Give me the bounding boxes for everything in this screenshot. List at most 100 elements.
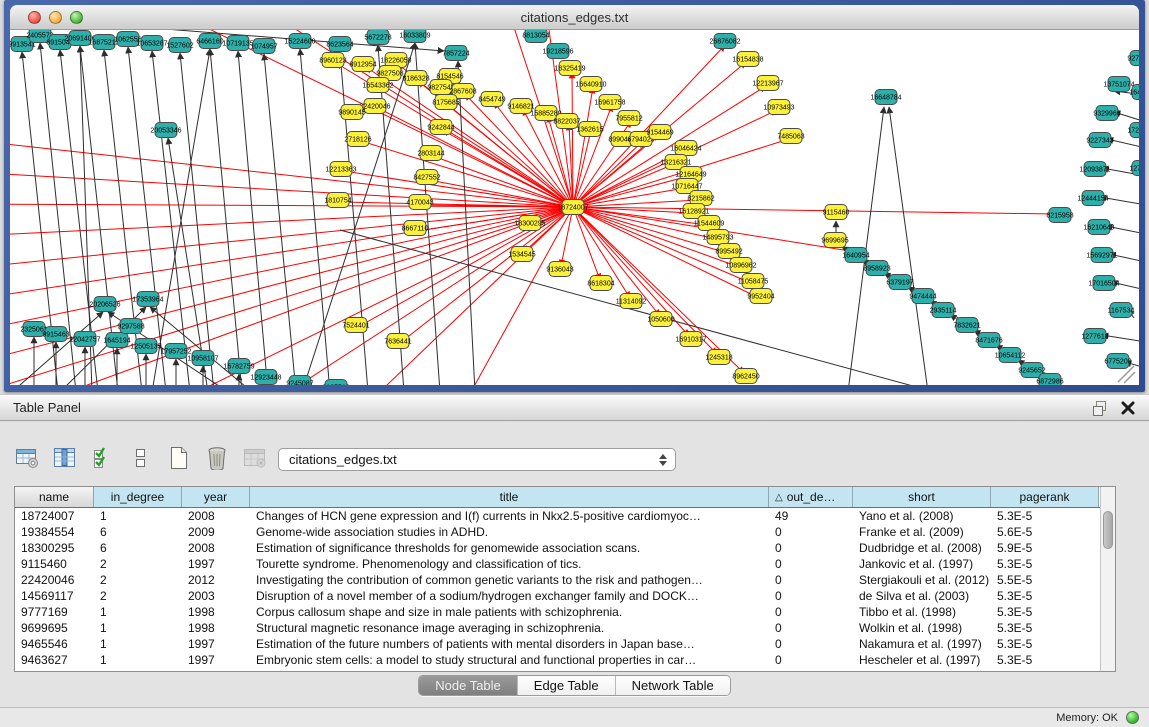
network-node[interactable]: 8962450 [732,369,759,384]
table-row[interactable]: 1456911722003Disruption of a novel membe… [15,588,1100,604]
network-node[interactable]: 1050600 [647,312,674,327]
network-canvas[interactable]: 9913541240557289150462069140616875212106… [10,30,1139,385]
network-node[interactable]: 7636441 [384,334,411,349]
network-node[interactable]: 9242844 [427,120,454,135]
table-row[interactable]: 911546021997Tourette syndrome. Phenomeno… [15,556,1100,572]
network-node[interactable]: 9297588 [117,319,144,334]
network-node[interactable]: 11058475 [738,274,769,289]
table-row[interactable]: 969969511998Structural magnetic resonanc… [15,620,1100,636]
network-node[interactable]: 9915463 [42,327,69,342]
network-node[interactable]: 26876082 [709,34,740,49]
network-node[interactable]: 1810754 [324,193,351,208]
tab-node-table[interactable]: Node Table [419,676,518,695]
network-node[interactable]: 8813054 [522,30,549,43]
network-node[interactable]: 1640954 [842,248,869,263]
close-window-icon[interactable] [28,11,41,24]
show-column-icon[interactable] [52,445,78,471]
network-node[interactable]: 1645194 [103,333,130,348]
network-node[interactable]: 16648784 [870,90,901,105]
network-node[interactable]: 9227343 [1086,133,1113,148]
network-node[interactable]: 9245087 [286,376,313,386]
table-row[interactable]: 1872400712008Changes of HCN gene express… [15,508,1100,524]
table-row[interactable]: 1830029562008Estimation of significance … [15,540,1100,556]
network-node[interactable]: 12505135 [130,339,161,354]
network-node[interactable]: 16782759 [223,359,254,374]
network-node[interactable]: 8471676 [975,333,1002,348]
network-node[interactable]: 9136043 [546,262,573,277]
network-node[interactable]: 6466160 [196,34,223,49]
network-node[interactable]: 2718126 [344,132,371,147]
close-panel-icon[interactable] [1121,401,1135,415]
network-node[interactable]: 2935114 [930,303,957,318]
network-node[interactable]: 12213967 [752,76,783,91]
network-node[interactable]: 1245318 [705,350,732,365]
network-node[interactable]: 8912954 [349,57,376,72]
network-node[interactable]: 6379197 [886,275,913,290]
import-table-icon[interactable] [242,445,268,471]
column-header-title[interactable]: title [250,487,769,507]
network-node[interactable]: 9952404 [747,289,774,304]
minimize-window-icon[interactable] [49,11,62,24]
network-node[interactable]: 9329966 [1093,106,1120,121]
network-node[interactable]: 9474444 [909,289,936,304]
memory-ok-indicator-icon[interactable] [1126,711,1139,724]
network-node[interactable]: 12213363 [325,162,356,177]
table-row[interactable]: 946362711997Embryonic stem cells: a mode… [15,652,1100,668]
network-node[interactable]: 17016504 [1088,276,1119,291]
network-node[interactable]: 10896962 [725,258,756,273]
network-node[interactable]: 17353964 [132,292,163,307]
network-node[interactable]: 7955812 [615,111,642,126]
delete-table-icon[interactable] [204,445,230,471]
network-node[interactable]: 8187512 [322,380,349,386]
network-node[interactable]: 9699695 [821,233,848,248]
network-node[interactable]: 12042757 [69,332,100,347]
select-columns-icon[interactable] [90,445,116,471]
network-node[interactable]: 16154838 [732,52,763,67]
row-height-icon[interactable] [128,445,154,471]
network-node[interactable]: 10973493 [763,100,794,115]
float-panel-icon[interactable] [1092,400,1109,416]
tab-network-table[interactable]: Network Table [616,676,730,695]
table-row[interactable]: 977716911998Corpus callosum shape and si… [15,604,1100,620]
network-node[interactable]: 7832621 [953,318,980,333]
scrollbar-thumb[interactable] [1103,511,1113,549]
network-node[interactable]: 2803144 [417,146,444,161]
network-node[interactable]: 16910317 [675,332,706,347]
network-node[interactable]: 8175685 [432,95,459,110]
network-node[interactable]: 12444154 [1077,191,1108,206]
network-node[interactable]: 12923448 [250,370,281,385]
network-node[interactable]: 1167534 [1108,303,1135,318]
network-node[interactable]: 16961758 [594,95,625,110]
network-node[interactable]: 8960123 [319,53,346,68]
network-node[interactable]: 10653287 [136,36,167,51]
network-node[interactable]: 8427552 [413,170,440,185]
column-header-year[interactable]: year [182,487,250,507]
network-node[interactable]: 9115460 [823,205,850,220]
network-node[interactable]: 8623564 [326,37,353,52]
network-node[interactable]: 20206526 [89,297,120,312]
network-node[interactable]: 9277437 [1127,51,1139,66]
network-node[interactable]: 10654112 [995,348,1026,363]
network-node[interactable]: 16640910 [575,77,606,92]
network-node[interactable]: 19218596 [542,44,573,59]
network-node[interactable]: 16210643 [1083,220,1114,235]
network-node[interactable]: 15692971 [1086,248,1117,263]
column-header-pagerank[interactable]: pagerank [991,487,1099,507]
column-header-in_degree[interactable]: in_degree [94,487,182,507]
network-node[interactable]: 4170043 [406,195,433,210]
network-node[interactable]: 7857224 [442,46,469,61]
network-node[interactable]: 6775208 [1104,354,1131,369]
network-node[interactable]: 9154469 [646,125,673,140]
network-node[interactable]: 8618304 [587,276,614,291]
network-node[interactable]: 6872986 [1036,374,1063,386]
network-node[interactable]: 11544609 [694,216,725,231]
network-node[interactable]: 11314092 [616,294,647,309]
network-node[interactable]: 8215958 [1046,208,1073,223]
network-node[interactable]: 1527602 [166,38,193,53]
network-node[interactable]: 8186328 [402,71,429,86]
network-node[interactable]: 8454749 [478,92,505,107]
column-header-short[interactable]: short [853,487,991,507]
table-row[interactable]: 2242004622012Investigating the contribut… [15,572,1100,588]
network-node[interactable]: 1721665 [1127,123,1139,138]
network-node[interactable]: 15224600 [284,34,315,49]
